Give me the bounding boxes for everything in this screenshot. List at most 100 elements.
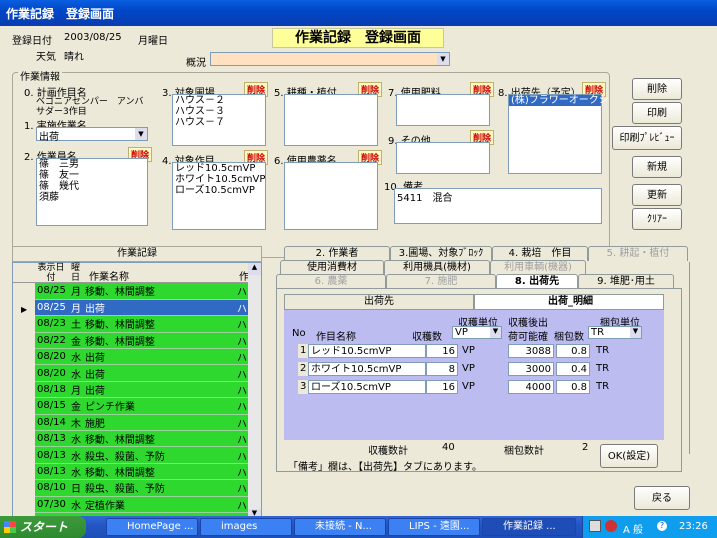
cell-name[interactable]: 移動、林間調整 xyxy=(82,430,235,448)
tillage-list[interactable] xyxy=(284,94,378,146)
cell-name[interactable]: 定植作業 xyxy=(82,496,235,513)
subtab-detail[interactable]: 出荷_明細 xyxy=(474,294,664,309)
taskbar-item[interactable]: images xyxy=(200,518,292,536)
clear-button[interactable]: ｸﾘｱｰ xyxy=(632,208,682,230)
crop-list[interactable]: レッド10.5cmVP ホワイト10.5cmVP ローズ10.5cmVP xyxy=(172,162,266,230)
tab-pesticide[interactable]: 6. 農薬 xyxy=(276,274,386,289)
tab-tillage[interactable]: 5. 耕起・植付 xyxy=(588,246,688,261)
unit-select[interactable]: VP ▼ xyxy=(452,326,502,339)
cell-qty[interactable]: 8 xyxy=(426,362,458,376)
print-preview-button[interactable]: 印刷ﾌﾟﾚﾋﾞｭｰ xyxy=(612,126,682,150)
cell-date[interactable]: 08/13 xyxy=(35,463,69,481)
cell-date[interactable]: 08/25 xyxy=(35,299,69,317)
other-list[interactable] xyxy=(396,142,490,174)
table-row[interactable]: 07/30 水定植作業ハ xyxy=(35,496,249,513)
records-grid[interactable]: 表示日付 曜日 作業名称 作 ▶ 08/25 月移動、林間調整ハ 08/25 月出荷ハ… xyxy=(12,262,262,530)
cell-day[interactable]: 水 xyxy=(68,348,83,366)
table-row[interactable]: 08/25 月出荷ハ xyxy=(35,299,249,317)
cell-ship[interactable]: 4000 xyxy=(508,380,554,394)
note-textarea[interactable]: 5411 混合 xyxy=(394,188,602,224)
list-item[interactable]: ハウス－２ xyxy=(173,95,265,106)
ship-list[interactable]: (株)フラワーオークシ xyxy=(508,94,609,174)
cell-extra[interactable]: ハ xyxy=(234,381,249,399)
list-item[interactable]: (株)フラワーオークシ xyxy=(509,95,609,106)
pesticide-list[interactable] xyxy=(284,162,378,230)
cell-date[interactable]: 08/10 xyxy=(35,479,69,497)
cell-ship[interactable]: 3000 xyxy=(508,362,554,376)
table-row[interactable]: 08/20 水出荷ハ xyxy=(35,348,249,366)
cell-ship[interactable]: 3088 xyxy=(508,344,554,358)
cell-day[interactable]: 月 xyxy=(68,381,83,399)
cell-name[interactable]: 出荷 xyxy=(82,299,235,317)
chevron-down-icon[interactable]: ▼ xyxy=(437,53,449,65)
list-item[interactable]: ハウス－７ xyxy=(173,117,265,128)
cell-name[interactable]: ピンチ作業 xyxy=(82,397,235,415)
tab-fertilizer[interactable]: 7. 施肥 xyxy=(386,274,496,289)
tab-compost[interactable]: 9. 堆肥･用土 xyxy=(578,274,674,289)
cell-date[interactable]: 08/13 xyxy=(35,430,69,448)
tab-crops[interactable]: 4. 栽培 作目 xyxy=(492,246,588,261)
table-row[interactable]: 08/25 月移動、林間調整ハ xyxy=(35,283,249,300)
list-item[interactable]: 篠 三男 xyxy=(37,159,147,170)
pack-unit-select[interactable]: TR ▼ xyxy=(588,326,642,339)
cell-day[interactable]: 水 xyxy=(68,430,83,448)
tab-vehicles[interactable]: 利用車輌(機器) xyxy=(490,260,586,275)
cell-day[interactable]: 水 xyxy=(68,463,83,481)
cell-date[interactable]: 08/14 xyxy=(35,414,69,432)
list-item[interactable]: 篠 幾代 xyxy=(37,181,147,192)
cell-extra[interactable]: ハ xyxy=(234,315,249,333)
col-day[interactable]: 曜日 xyxy=(71,263,83,283)
subtab-destination[interactable]: 出荷先 xyxy=(284,294,474,309)
cell-date[interactable]: 08/25 xyxy=(35,283,69,300)
cell-date[interactable]: 08/22 xyxy=(35,332,69,350)
cell-day[interactable]: 水 xyxy=(68,446,83,464)
cell-day[interactable]: 木 xyxy=(68,414,83,432)
scroll-up-icon[interactable]: ▲ xyxy=(248,263,261,275)
cell-extra[interactable]: ハ xyxy=(234,283,249,300)
start-button[interactable]: スタート xyxy=(0,516,86,538)
cell-day[interactable]: 日 xyxy=(68,479,83,497)
tab-equipment[interactable]: 利用機具(機材) xyxy=(384,260,490,275)
records-table[interactable]: 08/25 月移動、林間調整ハ 08/25 月出荷ハ 08/23 土移動、林間調整ハ 08/… xyxy=(35,283,249,530)
update-button[interactable]: 更新 xyxy=(632,184,682,206)
cell-name[interactable]: 移動、林間調整 xyxy=(82,283,235,300)
cell-name[interactable]: 出荷 xyxy=(82,364,235,382)
tab-consumables[interactable]: 使用消費材 xyxy=(280,260,384,275)
tab-fields[interactable]: 3.圃場、対象ﾌﾞﾛｯｸ xyxy=(390,246,492,261)
cell-date[interactable]: 07/30 xyxy=(35,496,69,513)
field-list[interactable]: ハウス－２ ハウス－３ ハウス－７ xyxy=(172,94,266,146)
help-icon[interactable]: ? xyxy=(657,521,667,531)
cell-name[interactable]: 移動、林間調整 xyxy=(82,463,235,481)
tray-app-icon[interactable] xyxy=(605,520,617,532)
taskbar-item[interactable]: HomePage ... xyxy=(106,518,198,536)
cell-date[interactable]: 08/23 xyxy=(35,315,69,333)
cell-name[interactable]: 移動、林間調整 xyxy=(82,315,235,333)
cell-name[interactable]: 施肥 xyxy=(82,414,235,432)
cell-date[interactable]: 08/20 xyxy=(35,364,69,382)
cell-day[interactable]: 水 xyxy=(68,364,83,382)
cell-extra[interactable]: ハ xyxy=(234,446,249,464)
col-name[interactable]: 作業名称 xyxy=(89,268,129,283)
network-icon[interactable] xyxy=(589,520,601,532)
list-item[interactable]: レッド10.5cmVP xyxy=(173,163,265,174)
cell-qty[interactable]: 16 xyxy=(426,380,458,394)
table-row[interactable]: 08/13 水移動、林間調整ハ xyxy=(35,463,249,481)
condition-select[interactable]: ▼ xyxy=(210,52,450,66)
table-row[interactable]: 08/20 水出荷ハ xyxy=(35,364,249,382)
cell-extra[interactable]: ハ xyxy=(234,332,249,350)
cell-pack[interactable]: 0.8 xyxy=(556,344,590,358)
table-row[interactable]: 08/10 日殺虫、殺菌、予防ハ xyxy=(35,479,249,497)
cell-day[interactable]: 土 xyxy=(68,315,83,333)
cell-day[interactable]: 水 xyxy=(68,496,83,513)
cell-day[interactable]: 金 xyxy=(68,397,83,415)
cell-extra[interactable]: ハ xyxy=(234,414,249,432)
chevron-down-icon[interactable]: ▼ xyxy=(630,327,641,338)
records-scrollbar[interactable]: ▲ ▼ xyxy=(248,263,261,521)
cell-day[interactable]: 月 xyxy=(68,283,83,300)
cell-extra[interactable]: ハ xyxy=(234,463,249,481)
print-button[interactable]: 印刷 xyxy=(632,102,682,124)
cell-extra[interactable]: ハ xyxy=(234,348,249,366)
list-item[interactable]: 篠 友一 xyxy=(37,170,147,181)
fertilizer-list[interactable] xyxy=(396,94,490,126)
tab-workers[interactable]: 2. 作業者 xyxy=(284,246,390,261)
